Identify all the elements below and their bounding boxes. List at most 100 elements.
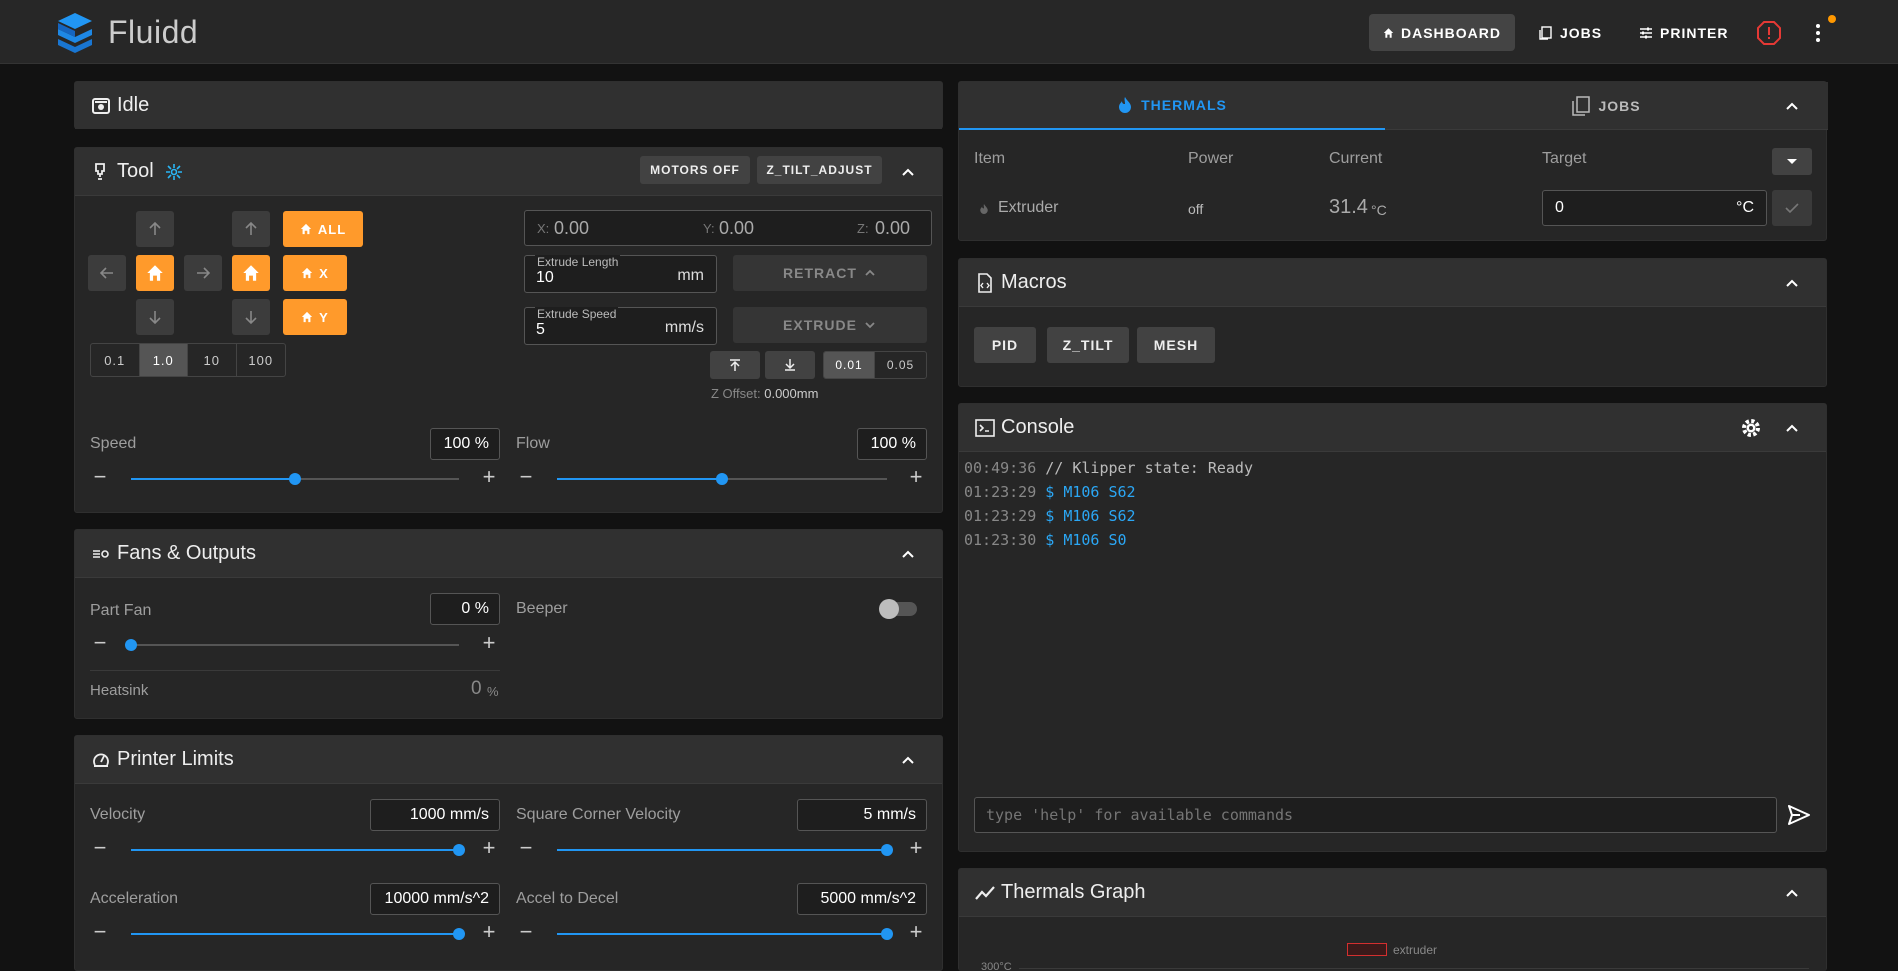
nav-printer[interactable]: PRINTER [1625, 14, 1742, 51]
minus-icon[interactable]: − [91, 466, 109, 488]
chevron-up-icon[interactable] [898, 544, 918, 564]
app-name[interactable]: Fluidd [108, 14, 198, 51]
home-icon [243, 265, 259, 281]
minus-icon[interactable]: − [517, 837, 535, 859]
step-option[interactable]: 10 [188, 344, 237, 376]
console-command[interactable]: $ M106 S0 [1045, 531, 1126, 549]
z-step-selector[interactable]: 0.01 0.05 [823, 351, 927, 379]
minus-icon[interactable]: − [91, 632, 109, 654]
z-offset-down-button[interactable] [765, 351, 815, 379]
console-command[interactable]: $ M106 S62 [1045, 507, 1135, 525]
pos-x-label: X: [537, 221, 550, 236]
step-option-selected[interactable]: 1.0 [139, 344, 188, 376]
motors-off-button[interactable]: MOTORS OFF [640, 156, 750, 184]
extruder-name[interactable]: Extruder [998, 199, 1058, 217]
status-header[interactable]: Idle [75, 82, 942, 129]
part-fan-value-input[interactable]: 0 % [430, 593, 500, 625]
legend-label-extruder[interactable]: extruder [1393, 943, 1437, 957]
minus-icon[interactable]: − [91, 837, 109, 859]
speed-value-input[interactable]: 100 % [430, 428, 500, 460]
velocity-value-input[interactable]: 1000 mm/s [370, 799, 500, 831]
console-input[interactable] [974, 797, 1777, 833]
acceleration-value-input[interactable]: 10000 mm/s^2 [370, 883, 500, 915]
beeper-toggle[interactable] [879, 599, 917, 619]
heatsink-value: 0 [471, 678, 482, 699]
minus-icon[interactable]: − [517, 466, 535, 488]
flow-slider-thumb[interactable] [716, 473, 728, 485]
macro-mesh-button[interactable]: MESH [1137, 327, 1215, 363]
console-command[interactable]: $ M106 S62 [1045, 483, 1135, 501]
home-x-button[interactable]: X [283, 255, 347, 291]
z-tilt-adjust-button[interactable]: Z_TILT_ADJUST [757, 156, 882, 184]
jog-x-plus-button[interactable] [184, 255, 222, 291]
nav-dashboard[interactable]: DASHBOARD [1369, 14, 1515, 51]
part-fan-slider-thumb[interactable] [125, 639, 137, 651]
nav-jobs[interactable]: JOBS [1525, 14, 1616, 51]
chevron-up-icon[interactable] [1782, 418, 1802, 438]
plus-icon[interactable]: + [907, 921, 925, 943]
extrude-length-value: 10 [536, 269, 554, 286]
scv-slider-thumb[interactable] [881, 844, 893, 856]
retract-button[interactable]: RETRACT [733, 255, 927, 291]
velocity-slider-thumb[interactable] [453, 844, 465, 856]
emergency-stop-icon[interactable] [1757, 21, 1781, 45]
jog-y-plus-button[interactable] [136, 211, 174, 247]
speed-slider-thumb[interactable] [289, 473, 301, 485]
extrude-speed-field[interactable]: Extrude Speed 5 mm/s [524, 307, 717, 345]
step-size-selector[interactable]: 0.1 1.0 10 100 [90, 343, 286, 377]
gear-icon[interactable] [1740, 417, 1762, 439]
step-option[interactable]: 100 [237, 344, 286, 376]
legend-swatch-extruder[interactable] [1347, 943, 1387, 956]
minus-icon[interactable]: − [91, 921, 109, 943]
macro-z-tilt-button[interactable]: Z_TILT [1047, 327, 1129, 363]
macro-pid-button[interactable]: PID [974, 327, 1036, 363]
jog-x-minus-button[interactable] [88, 255, 126, 291]
jog-z-minus-button[interactable] [232, 299, 270, 335]
z-step-option-selected[interactable]: 0.01 [824, 352, 876, 378]
acceleration-slider-thumb[interactable] [453, 928, 465, 940]
z-step-option[interactable]: 0.05 [875, 352, 926, 378]
accel-to-decel-slider-thumb[interactable] [881, 928, 893, 940]
plus-icon[interactable]: + [480, 837, 498, 859]
chevron-up-icon[interactable] [898, 162, 918, 182]
minus-icon[interactable]: − [517, 921, 535, 943]
chevron-up-icon[interactable] [1782, 96, 1802, 116]
send-icon[interactable] [1788, 805, 1810, 825]
jog-z-plus-button[interactable] [232, 211, 270, 247]
console-line: 00:49:36 // Klipper state: Ready [964, 456, 1253, 480]
home-icon [300, 223, 312, 235]
plus-icon[interactable]: + [480, 632, 498, 654]
accel-to-decel-value-input[interactable]: 5000 mm/s^2 [797, 883, 927, 915]
extrude-length-field[interactable]: Extrude Length 10 mm [524, 255, 717, 293]
home-xy-button[interactable] [136, 255, 174, 291]
files-icon [1539, 25, 1552, 40]
scv-value-input[interactable]: 5 mm/s [797, 799, 927, 831]
home-y-label: Y [319, 309, 329, 325]
z-offset-up-button[interactable] [710, 351, 760, 379]
plus-icon[interactable]: + [907, 837, 925, 859]
flow-value-input[interactable]: 100 % [857, 428, 927, 460]
fire-icon [1119, 97, 1132, 113]
speed-slider-fill [131, 478, 295, 480]
apply-target-button[interactable] [1772, 190, 1812, 226]
chevron-up-icon[interactable] [1782, 273, 1802, 293]
more-menu-icon[interactable] [1810, 21, 1826, 45]
home-all-button[interactable]: ALL [283, 211, 363, 247]
home-y-button[interactable]: Y [283, 299, 347, 335]
tab-thermals[interactable]: THERMALS [959, 82, 1385, 130]
extrude-button[interactable]: EXTRUDE [733, 307, 927, 343]
chevron-up-icon[interactable] [1782, 883, 1802, 903]
tab-jobs[interactable]: JOBS [1385, 82, 1828, 130]
step-option[interactable]: 0.1 [91, 344, 140, 376]
plus-icon[interactable]: + [480, 466, 498, 488]
thermals-menu-button[interactable] [1772, 148, 1812, 175]
chevron-up-icon[interactable] [898, 750, 918, 770]
extruder-target-unit: °C [1736, 199, 1754, 216]
pos-y-label: Y: [703, 221, 715, 236]
home-z-button[interactable] [232, 255, 270, 291]
plus-icon[interactable]: + [480, 921, 498, 943]
graph-y-tick: 300°C [981, 961, 1012, 971]
jog-y-minus-button[interactable] [136, 299, 174, 335]
plus-icon[interactable]: + [907, 466, 925, 488]
extruder-target-input[interactable]: 0 °C [1542, 190, 1767, 226]
